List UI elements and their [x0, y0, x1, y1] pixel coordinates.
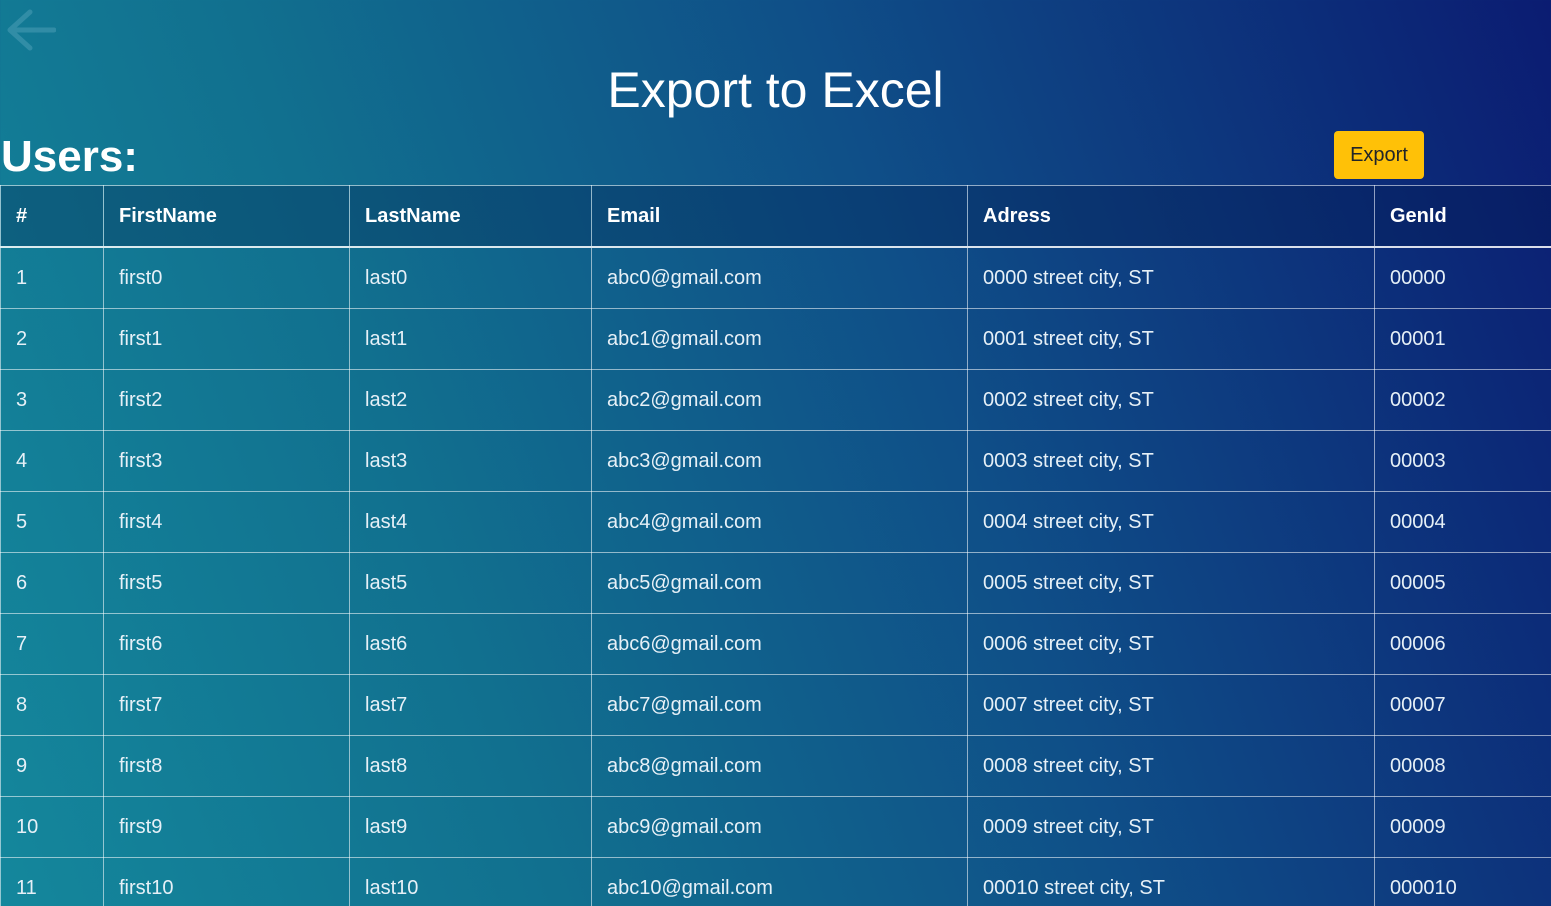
cell-address: 0007 street city, ST: [967, 674, 1375, 736]
cell-firstname: first7: [103, 674, 350, 736]
cell-lastname: last10: [349, 857, 592, 906]
page-title: Export to Excel: [607, 62, 944, 118]
cell-firstname: first4: [103, 491, 350, 553]
cell-genid: 00005: [1374, 552, 1551, 614]
table-body: 1 first0 last0 abc0@gmail.com 0000 stree…: [0, 246, 1551, 906]
cell-genid: 00001: [1374, 308, 1551, 370]
cell-address: 0009 street city, ST: [967, 796, 1375, 858]
cell-firstname: first5: [103, 552, 350, 614]
cell-number: 9: [0, 735, 104, 797]
cell-email: abc4@gmail.com: [591, 491, 968, 553]
cell-lastname: last8: [349, 735, 592, 797]
cell-email: abc3@gmail.com: [591, 430, 968, 492]
cell-address: 0006 street city, ST: [967, 613, 1375, 675]
cell-address: 0008 street city, ST: [967, 735, 1375, 797]
cell-email: abc10@gmail.com: [591, 857, 968, 906]
cell-lastname: last4: [349, 491, 592, 553]
cell-genid: 00006: [1374, 613, 1551, 675]
cell-firstname: first1: [103, 308, 350, 370]
cell-number: 8: [0, 674, 104, 736]
cell-lastname: last1: [349, 308, 592, 370]
cell-genid: 00007: [1374, 674, 1551, 736]
arrow-left-icon[interactable]: [4, 6, 57, 54]
cell-number: 6: [0, 552, 104, 614]
cell-number: 11: [0, 857, 104, 906]
users-table: # FirstName LastName Email Adress GenId …: [0, 185, 1551, 906]
table-row: 10 first9 last9 abc9@gmail.com 0009 stre…: [0, 796, 1551, 858]
cell-firstname: first3: [103, 430, 350, 492]
table-row: 2 first1 last1 abc1@gmail.com 0001 stree…: [0, 308, 1551, 370]
table-header-row: # FirstName LastName Email Adress GenId: [0, 185, 1551, 248]
cell-email: abc2@gmail.com: [591, 369, 968, 431]
column-header-firstname[interactable]: FirstName: [103, 185, 350, 248]
cell-lastname: last5: [349, 552, 592, 614]
cell-number: 3: [0, 369, 104, 431]
cell-address: 0002 street city, ST: [967, 369, 1375, 431]
cell-address: 0005 street city, ST: [967, 552, 1375, 614]
cell-email: abc6@gmail.com: [591, 613, 968, 675]
cell-address: 0001 street city, ST: [967, 308, 1375, 370]
cell-firstname: first6: [103, 613, 350, 675]
cell-email: abc1@gmail.com: [591, 308, 968, 370]
cell-email: abc0@gmail.com: [591, 246, 968, 309]
cell-number: 7: [0, 613, 104, 675]
table-row: 5 first4 last4 abc4@gmail.com 0004 stree…: [0, 491, 1551, 553]
cell-lastname: last0: [349, 246, 592, 309]
cell-lastname: last9: [349, 796, 592, 858]
users-heading: Users:: [1, 132, 138, 181]
table-row: 11 first10 last10 abc10@gmail.com 00010 …: [0, 857, 1551, 906]
users-table-container: # FirstName LastName Email Adress GenId …: [0, 185, 1551, 906]
cell-firstname: first9: [103, 796, 350, 858]
cell-lastname: last7: [349, 674, 592, 736]
cell-email: abc8@gmail.com: [591, 735, 968, 797]
cell-genid: 00008: [1374, 735, 1551, 797]
cell-lastname: last3: [349, 430, 592, 492]
cell-address: 0004 street city, ST: [967, 491, 1375, 553]
cell-email: abc5@gmail.com: [591, 552, 968, 614]
cell-address: 0003 street city, ST: [967, 430, 1375, 492]
table-row: 1 first0 last0 abc0@gmail.com 0000 stree…: [0, 246, 1551, 309]
table-row: 7 first6 last6 abc6@gmail.com 0006 stree…: [0, 613, 1551, 675]
cell-firstname: first2: [103, 369, 350, 431]
cell-firstname: first10: [103, 857, 350, 906]
export-button[interactable]: Export: [1334, 131, 1424, 179]
cell-email: abc7@gmail.com: [591, 674, 968, 736]
table-row: 9 first8 last8 abc8@gmail.com 0008 stree…: [0, 735, 1551, 797]
cell-address: 00010 street city, ST: [967, 857, 1375, 906]
table-row: 4 first3 last3 abc3@gmail.com 0003 stree…: [0, 430, 1551, 492]
cell-number: 10: [0, 796, 104, 858]
cell-lastname: last6: [349, 613, 592, 675]
table-row: 8 first7 last7 abc7@gmail.com 0007 stree…: [0, 674, 1551, 736]
cell-genid: 00009: [1374, 796, 1551, 858]
cell-genid: 00004: [1374, 491, 1551, 553]
cell-lastname: last2: [349, 369, 592, 431]
table-row: 6 first5 last5 abc5@gmail.com 0005 stree…: [0, 552, 1551, 614]
cell-genid: 000010: [1374, 857, 1551, 906]
table-row: 3 first2 last2 abc2@gmail.com 0002 stree…: [0, 369, 1551, 431]
cell-firstname: first8: [103, 735, 350, 797]
cell-genid: 00000: [1374, 246, 1551, 309]
cell-genid: 00002: [1374, 369, 1551, 431]
cell-genid: 00003: [1374, 430, 1551, 492]
column-header-lastname[interactable]: LastName: [349, 185, 592, 248]
cell-firstname: first0: [103, 246, 350, 309]
cell-number: 4: [0, 430, 104, 492]
column-header-email[interactable]: Email: [591, 185, 968, 248]
column-header-genid[interactable]: GenId: [1374, 185, 1551, 248]
column-header-number[interactable]: #: [0, 185, 104, 248]
cell-number: 1: [0, 246, 104, 309]
cell-address: 0000 street city, ST: [967, 246, 1375, 309]
cell-email: abc9@gmail.com: [591, 796, 968, 858]
column-header-address[interactable]: Adress: [967, 185, 1375, 248]
cell-number: 2: [0, 308, 104, 370]
cell-number: 5: [0, 491, 104, 553]
